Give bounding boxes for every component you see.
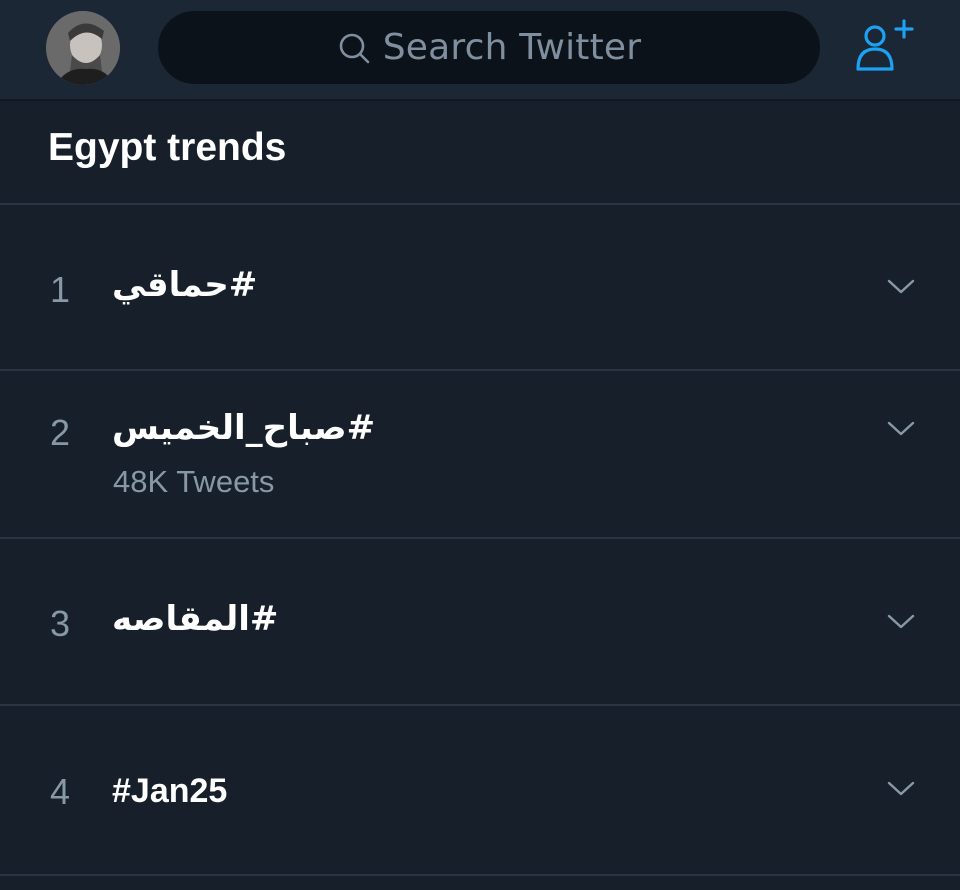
app-window: Search Twitter Egypt trends 1 #حماقي 2 #… (0, 0, 960, 890)
chevron-down-icon[interactable] (886, 278, 916, 296)
search-placeholder: Search Twitter (382, 27, 642, 68)
trends-title: Egypt trends (48, 126, 287, 169)
trend-rank: 1 (50, 269, 71, 310)
chevron-down-icon[interactable] (886, 613, 916, 631)
add-user-button[interactable] (853, 17, 917, 75)
top-bar: Search Twitter (0, 0, 960, 101)
trend-rank: 2 (50, 412, 71, 453)
trend-hashtag: #Jan25 (112, 772, 228, 810)
avatar-image (46, 11, 120, 85)
trend-item-3[interactable]: 3 #المقاصه (0, 539, 960, 706)
search-icon (339, 33, 370, 63)
search-bar-content: Search Twitter (337, 27, 642, 68)
trend-rank: 4 (50, 771, 71, 812)
trend-item-1[interactable]: 1 #حماقي (0, 204, 960, 371)
trend-tweet-count: 48K Tweets (113, 464, 275, 499)
chevron-down-icon[interactable] (886, 420, 916, 438)
trend-item-4[interactable]: 4 #Jan25 (0, 706, 960, 876)
search-bar[interactable]: Search Twitter (158, 11, 820, 84)
add-user-icon (856, 19, 914, 71)
trend-hashtag: #المقاصه (112, 599, 279, 639)
trend-hashtag: #حماقي (112, 265, 258, 305)
trend-list: 1 #حماقي 2 #صباح_الخميس 48K Tweets 3 #ال… (0, 204, 960, 876)
chevron-down-icon[interactable] (886, 780, 916, 798)
trend-item-2[interactable]: 2 #صباح_الخميس 48K Tweets (0, 371, 960, 539)
trend-hashtag: #صباح_الخميس (112, 408, 376, 448)
profile-avatar[interactable] (46, 11, 120, 85)
trend-rank: 3 (50, 603, 71, 644)
